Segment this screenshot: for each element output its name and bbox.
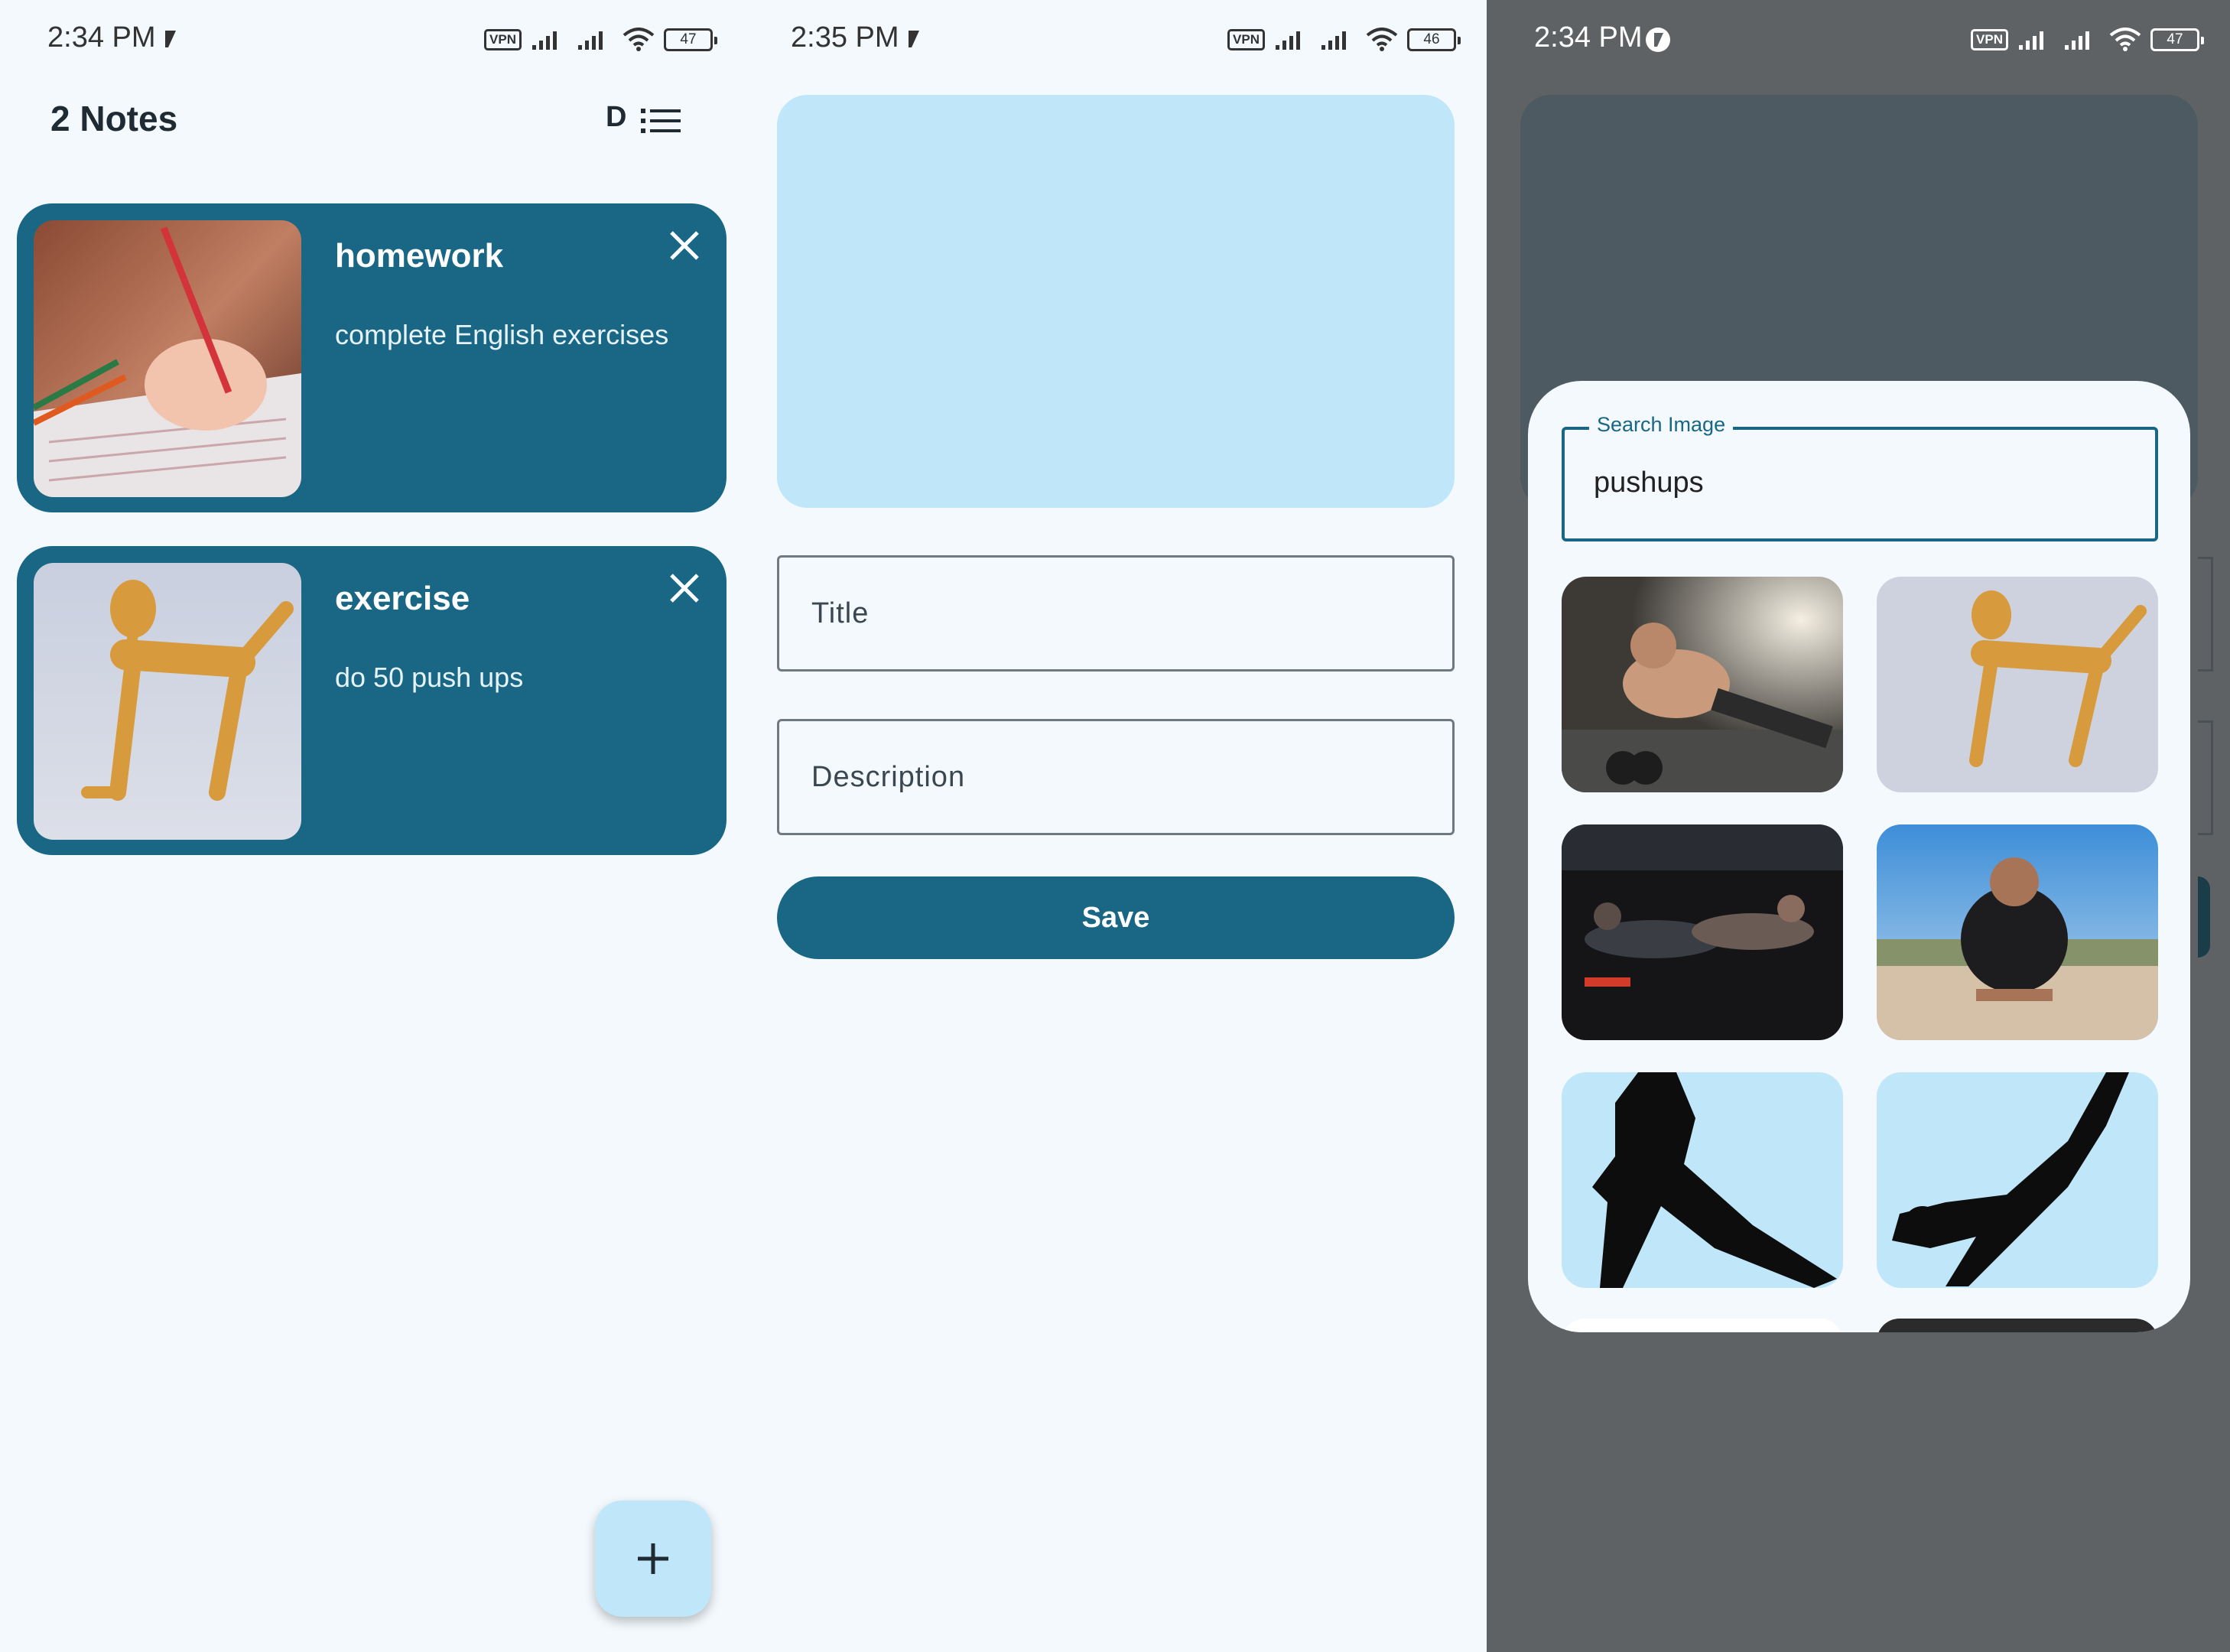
status-icons: VPN 46 — [1227, 23, 1461, 57]
image-search-screen: 2:34 PM VPN 47 Search Image — [1487, 0, 2230, 1652]
status-bar: 2:35 PM VPN 46 — [743, 0, 1487, 76]
note-description: complete English exercises — [335, 319, 669, 350]
note-image-exercise — [34, 563, 301, 840]
list-view-icon[interactable] — [641, 107, 681, 135]
note-image-homework — [34, 220, 301, 497]
nav-arrow-icon — [1646, 28, 1670, 52]
delete-note-icon[interactable] — [665, 569, 704, 607]
status-bar: 2:34 PM VPN 47 — [1487, 0, 2230, 76]
image-result[interactable] — [1877, 824, 2158, 1040]
signal-icon-2 — [2065, 31, 2089, 50]
notes-list-screen: 2:34 PM VPN 47 2 Notes D homework comple… — [0, 0, 743, 1652]
image-result[interactable] — [1877, 1072, 2158, 1288]
search-input[interactable] — [1594, 467, 2091, 499]
status-bar: 2:34 PM VPN 47 — [0, 0, 743, 76]
status-time: 2:34 PM — [1534, 21, 1643, 54]
note-card[interactable]: homework complete English exercises — [17, 203, 727, 512]
signal-icon-2 — [1321, 31, 1346, 50]
note-description: do 50 push ups — [335, 662, 524, 693]
page-title: 2 Notes — [50, 99, 178, 138]
title-field[interactable] — [777, 555, 1455, 672]
vpn-icon: VPN — [484, 29, 522, 50]
note-title: homework — [335, 237, 504, 275]
battery-icon: 47 — [2150, 28, 2204, 51]
search-field-label: Search Image — [1589, 413, 1734, 437]
image-result[interactable] — [1562, 577, 1843, 792]
status-icons: VPN 47 — [484, 23, 717, 57]
status-icons: VPN 47 — [1971, 23, 2204, 57]
plus-icon — [638, 1543, 668, 1574]
delete-note-icon[interactable] — [665, 226, 704, 265]
wifi-icon — [1366, 28, 1398, 51]
wifi-icon — [623, 28, 655, 51]
nav-arrow-icon — [909, 31, 919, 47]
image-result-partial[interactable] — [1877, 1319, 2158, 1332]
status-time: 2:35 PM — [791, 21, 899, 54]
dimmed-save-button-edge — [2198, 876, 2210, 958]
image-result[interactable] — [1562, 1072, 1843, 1288]
dimmed-description-field-edge — [2198, 720, 2213, 835]
vpn-icon: VPN — [1227, 29, 1265, 50]
image-result[interactable] — [1877, 577, 2158, 792]
add-note-screen: 2:35 PM VPN 46 Save — [743, 0, 1487, 1652]
wifi-icon — [2109, 28, 2141, 51]
note-title: exercise — [335, 580, 470, 617]
battery-icon: 47 — [664, 28, 717, 51]
signal-icon — [532, 31, 557, 50]
battery-icon: 46 — [1407, 28, 1461, 51]
description-field[interactable] — [777, 719, 1455, 835]
add-note-button[interactable] — [595, 1501, 711, 1617]
image-result[interactable] — [1562, 824, 1843, 1040]
vpn-icon: VPN — [1971, 29, 2008, 50]
dimmed-title-field-edge — [2198, 557, 2213, 672]
status-time: 2:34 PM — [47, 21, 156, 54]
signal-icon — [1276, 31, 1300, 50]
note-card[interactable]: exercise do 50 push ups — [17, 546, 727, 855]
image-result-partial[interactable] — [1562, 1319, 1843, 1332]
signal-icon-2 — [578, 31, 603, 50]
sort-order-toggle[interactable]: D — [606, 101, 626, 134]
nav-arrow-icon — [165, 31, 176, 47]
signal-icon — [2019, 31, 2043, 50]
image-search-sheet: Search Image — [1528, 381, 2190, 1332]
save-button[interactable]: Save — [777, 876, 1455, 959]
note-image-picker[interactable] — [777, 95, 1455, 508]
